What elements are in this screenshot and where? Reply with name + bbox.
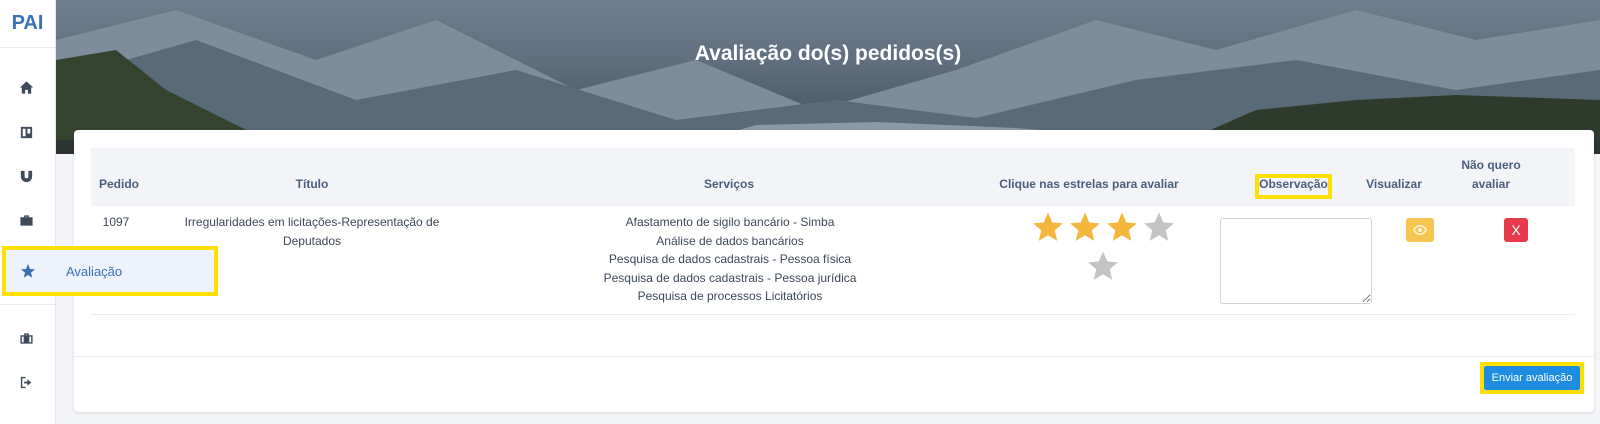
row-divider xyxy=(91,314,1575,315)
service-item: Pesquisa de processos Licitatórios xyxy=(637,289,823,303)
header-visualizar: Visualizar xyxy=(1366,177,1422,191)
evaluation-card: Pedido Título Serviços Clique nas estrel… xyxy=(74,130,1594,412)
service-item: Pesquisa de dados cadastrais - Pessoa fí… xyxy=(608,252,852,266)
page-title: Avaliação do(s) pedidos(s) xyxy=(694,42,962,65)
header-observacao: Observação xyxy=(1259,177,1328,191)
board-icon[interactable] xyxy=(15,121,37,143)
service-item: Pesquisa de dados cadastrais - Pessoa ju… xyxy=(603,271,857,285)
briefcase-icon[interactable] xyxy=(15,209,37,231)
header-pedido: Pedido xyxy=(99,177,140,191)
footer-divider xyxy=(74,356,1594,357)
logout-icon[interactable] xyxy=(15,371,37,393)
home-icon[interactable] xyxy=(15,76,37,98)
brand-logo: PAI xyxy=(0,0,55,48)
sidebar-item-avaliacao[interactable]: Avaliação xyxy=(2,246,218,296)
header-nao-quero-line1: Não quero xyxy=(1461,158,1521,172)
cell-titulo-line1: Irregularidades em licitações-Representa… xyxy=(184,215,440,229)
service-item: Análise de dados bancários xyxy=(656,234,804,248)
sidebar-divider xyxy=(0,304,56,305)
submit-highlight: Enviar avaliação xyxy=(1480,362,1584,394)
rating-star-2[interactable] xyxy=(1068,210,1102,244)
service-item: Afastamento de sigilo bancário - Simba xyxy=(625,215,835,229)
header-titulo: Título xyxy=(295,177,329,191)
toolbox-icon[interactable] xyxy=(15,327,37,349)
magnet-icon[interactable] xyxy=(15,165,37,187)
rating-star-1[interactable] xyxy=(1031,210,1065,244)
submit-evaluation-button[interactable]: Enviar avaliação xyxy=(1484,366,1580,390)
observacao-field[interactable] xyxy=(1220,218,1372,304)
rating-star-5[interactable] xyxy=(1086,249,1120,283)
rating-star-3[interactable] xyxy=(1105,210,1139,244)
header-nao-quero-line2: avaliar xyxy=(1471,177,1511,191)
star-icon xyxy=(21,264,35,278)
view-button[interactable] xyxy=(1406,218,1434,242)
header-servicos: Serviços xyxy=(703,177,755,191)
cell-pedido: 1097 xyxy=(102,215,130,229)
sidebar: PAI xyxy=(0,0,56,424)
sidebar-item-label: Avaliação xyxy=(66,263,123,279)
header-estrelas: Clique nas estrelas para avaliar xyxy=(999,177,1179,191)
eye-icon xyxy=(1413,225,1427,235)
decline-button[interactable]: X xyxy=(1504,218,1528,242)
rating-star-4[interactable] xyxy=(1142,210,1176,244)
